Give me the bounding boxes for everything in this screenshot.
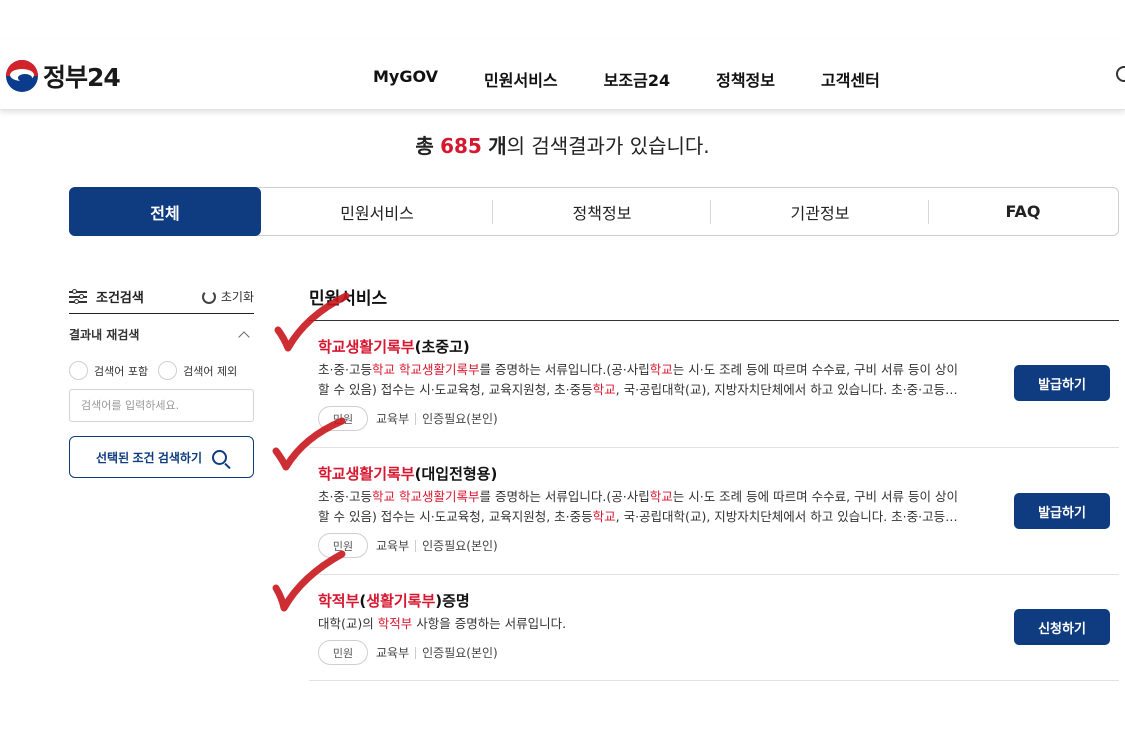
search-icon [212, 449, 228, 465]
filter-title-label: 조건검색 [96, 291, 144, 306]
include-keyword-option[interactable]: 검색어 포함 [69, 361, 148, 380]
summary-unit: 개 [488, 134, 507, 158]
result-item: 학교생활기록부(대입전형용) 초·중·고등학교 학교생활기록부를 증명하는 서류… [309, 448, 1119, 575]
exclude-label: 검색어 제외 [183, 364, 238, 378]
auth-label: 인증필요(본인) [422, 412, 498, 426]
keyword-mode-options: 검색어 포함 검색어 제외 [69, 361, 254, 380]
result-description: 초·중·고등학교 학교생활기록부를 증명하는 서류입니다.(공·사립학교는 시·… [318, 489, 958, 524]
sliders-icon [69, 288, 87, 304]
tab-policy-info[interactable]: 정책정보 [493, 188, 711, 235]
nav-mygov[interactable]: MyGOV [373, 67, 438, 91]
tab-all[interactable]: 전체 [69, 187, 261, 236]
result-description: 초·중·고등학교 학교생활기록부를 증명하는 서류입니다.(공·사립학교는 시·… [318, 362, 958, 397]
filter-panel: 조건검색 초기화 결과내 재검색 검색어 포함 검색어 제외 선택된 조건 검색… [69, 280, 254, 478]
header-search-icon[interactable] [1116, 66, 1125, 82]
logo-text: 정부24 [43, 63, 121, 92]
result-title-rest: (초중고) [414, 338, 470, 356]
category-badge: 민원 [318, 640, 368, 665]
taegeuk-logo-icon [6, 60, 38, 92]
check-mark-icon [272, 417, 346, 471]
refine-search-label: 결과내 재검색 [69, 328, 140, 342]
result-description: 대학(교)의 학적부 사항을 증명하는 서류입니다. [318, 616, 567, 631]
apply-filter-label: 선택된 조건 검색하기 [95, 450, 203, 465]
result-tabs: 전체 민원서비스 정책정보 기관정보 FAQ [69, 187, 1119, 236]
nav-policy-info[interactable]: 정책정보 [716, 67, 775, 91]
tab-label: 민원서비스 [340, 203, 414, 223]
result-count: 685 [440, 134, 482, 158]
refine-search-header[interactable]: 결과내 재검색 [69, 326, 254, 343]
chevron-up-icon [238, 330, 250, 343]
refresh-icon [201, 289, 216, 304]
result-item: 학교생활기록부(초중고) 초·중·고등학교 학교생활기록부를 증명하는 서류입니… [309, 321, 1119, 448]
auth-label: 인증필요(본인) [422, 646, 498, 660]
result-meta: 민원 교육부 인증필요(본인) [318, 640, 498, 665]
agency-label: 교육부 [376, 646, 410, 660]
search-result-summary: 총 685 개의 검색결과가 있습니다. [0, 130, 1125, 159]
tab-civil-service[interactable]: 민원서비스 [261, 188, 493, 235]
exclude-keyword-option[interactable]: 검색어 제외 [158, 361, 237, 380]
check-mark-icon [274, 292, 350, 352]
nav-subsidy24[interactable]: 보조금24 [604, 67, 670, 91]
exclude-radio[interactable] [158, 361, 178, 380]
tab-label: 기관정보 [790, 203, 850, 223]
apply-filter-button[interactable]: 선택된 조건 검색하기 [69, 436, 254, 478]
main-nav: MyGOV 민원서비스 보조금24 정책정보 고객센터 [373, 67, 926, 91]
filter-title: 조건검색 [69, 287, 144, 306]
nav-customer-center[interactable]: 고객센터 [821, 67, 880, 91]
auth-label: 인증필요(본인) [422, 539, 498, 553]
check-mark-icon [272, 550, 346, 612]
site-header: 정부24 MyGOV 민원서비스 보조금24 정책정보 고객센터 [0, 40, 1125, 110]
tab-agency-info[interactable]: 기관정보 [711, 188, 929, 235]
apply-button[interactable]: 신청하기 [1014, 609, 1110, 645]
summary-suffix: 의 검색결과가 있습니다. [506, 134, 710, 158]
issue-button[interactable]: 발급하기 [1014, 493, 1110, 529]
agency-label: 교육부 [376, 539, 410, 553]
result-title-rest: (대입전형용) [414, 465, 498, 483]
refine-search-input[interactable] [69, 389, 254, 422]
agency-label: 교육부 [376, 412, 410, 426]
nav-civil-service[interactable]: 민원서비스 [484, 67, 558, 91]
issue-button[interactable]: 발급하기 [1014, 365, 1110, 401]
tab-faq[interactable]: FAQ [929, 188, 1117, 235]
reset-label: 초기화 [220, 290, 254, 304]
reset-button[interactable]: 초기화 [201, 288, 254, 305]
include-radio[interactable] [69, 361, 88, 380]
result-item: 학적부(생활기록부)증명 대학(교)의 학적부 사항을 증명하는 서류입니다. … [309, 575, 1119, 681]
include-label: 검색어 포함 [94, 364, 149, 378]
filter-header: 조건검색 초기화 [69, 280, 254, 314]
tab-label: 정책정보 [572, 203, 632, 223]
site-logo[interactable]: 정부24 [6, 58, 121, 94]
summary-prefix: 총 [415, 134, 434, 158]
